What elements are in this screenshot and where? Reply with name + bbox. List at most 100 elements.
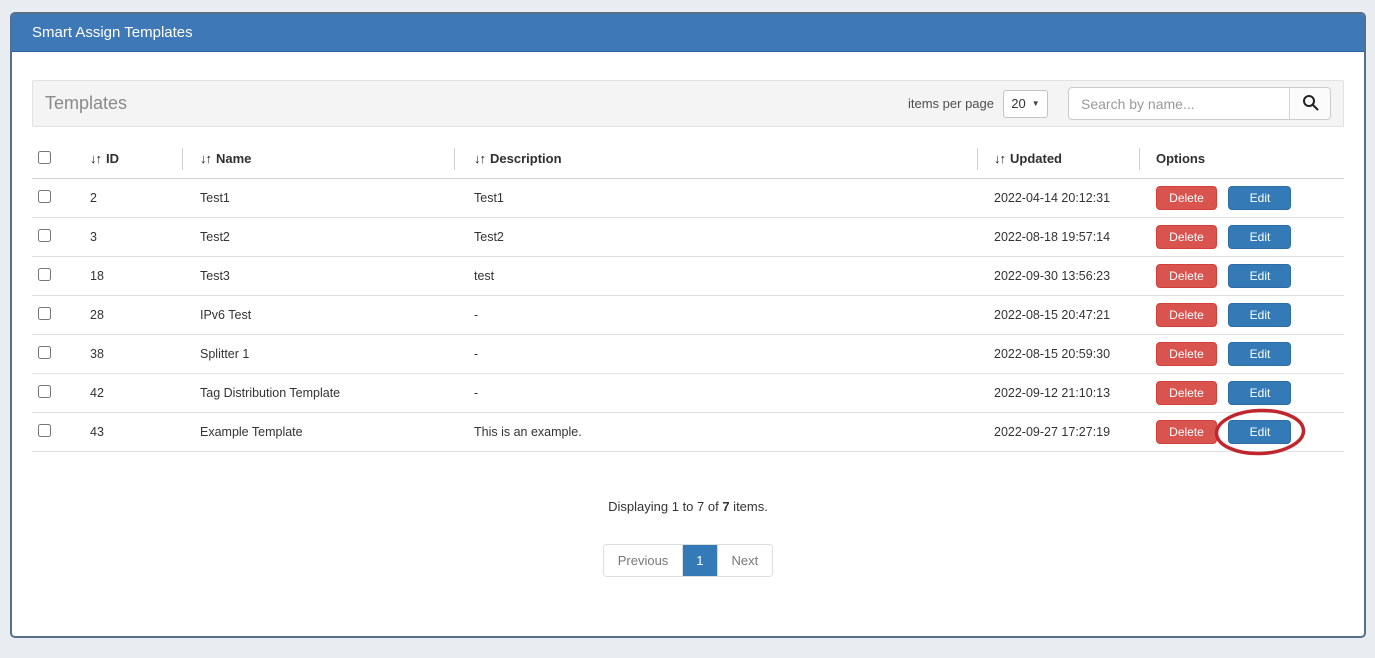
delete-button[interactable]: Delete xyxy=(1156,342,1217,366)
search-button[interactable] xyxy=(1290,87,1331,120)
panel-title: Templates xyxy=(45,93,127,114)
row-description: - xyxy=(454,334,977,373)
edit-button[interactable]: Edit xyxy=(1228,381,1291,405)
row-description: - xyxy=(454,373,977,412)
table-row: 38 Splitter 1 - 2022-08-15 20:59:30 Dele… xyxy=(32,334,1344,373)
row-name: IPv6 Test xyxy=(182,295,454,334)
row-updated: 2022-09-30 13:56:23 xyxy=(977,256,1139,295)
column-header-label: Name xyxy=(216,151,251,166)
search-group xyxy=(1068,87,1331,120)
card-body: Templates items per page 20 ▼ xyxy=(12,52,1364,636)
row-id: 28 xyxy=(87,295,182,334)
edit-button[interactable]: Edit xyxy=(1228,225,1291,249)
row-description: - xyxy=(454,295,977,334)
select-all-checkbox[interactable] xyxy=(38,151,51,164)
delete-button[interactable]: Delete xyxy=(1156,225,1217,249)
items-per-page-value: 20 xyxy=(1011,96,1025,111)
table-row: 43 Example Template This is an example. … xyxy=(32,412,1344,451)
table-row: 28 IPv6 Test - 2022-08-15 20:47:21 Delet… xyxy=(32,295,1344,334)
row-id: 3 xyxy=(87,217,182,256)
row-updated: 2022-09-12 21:10:13 xyxy=(977,373,1139,412)
row-checkbox[interactable] xyxy=(38,385,51,398)
edit-button-wrap: Edit xyxy=(1228,303,1291,327)
row-id: 38 xyxy=(87,334,182,373)
row-checkbox[interactable] xyxy=(38,229,51,242)
smart-assign-templates-card: Smart Assign Templates Templates items p… xyxy=(10,12,1366,638)
pagination-page-1[interactable]: 1 xyxy=(683,545,716,576)
row-updated: 2022-09-27 17:27:19 xyxy=(977,412,1139,451)
delete-button[interactable]: Delete xyxy=(1156,264,1217,288)
column-header-id[interactable]: ↓↑ID xyxy=(87,140,182,178)
table-row: 3 Test2 Test2 2022-08-18 19:57:14 Delete… xyxy=(32,217,1344,256)
column-header-label: Options xyxy=(1156,151,1205,166)
column-header-description[interactable]: ↓↑ Description xyxy=(454,140,977,178)
row-checkbox[interactable] xyxy=(38,346,51,359)
delete-button[interactable]: Delete xyxy=(1156,186,1217,210)
summary-prefix: Displaying 1 to 7 of xyxy=(608,499,722,514)
column-header-name[interactable]: ↓↑ Name xyxy=(182,140,454,178)
header-select-all xyxy=(32,140,87,178)
row-description: test xyxy=(454,256,977,295)
delete-button[interactable]: Delete xyxy=(1156,381,1217,405)
row-description: Test1 xyxy=(454,178,977,217)
row-name: Test3 xyxy=(182,256,454,295)
row-id: 18 xyxy=(87,256,182,295)
row-updated: 2022-08-15 20:59:30 xyxy=(977,334,1139,373)
row-name: Test1 xyxy=(182,178,454,217)
row-id: 2 xyxy=(87,178,182,217)
pagination: Previous 1 Next xyxy=(603,544,774,577)
column-header-updated[interactable]: ↓↑ Updated xyxy=(977,140,1139,178)
chevron-down-icon: ▼ xyxy=(1032,99,1040,108)
edit-button-wrap: Edit xyxy=(1228,381,1291,405)
delete-button[interactable]: Delete xyxy=(1156,303,1217,327)
row-description: This is an example. xyxy=(454,412,977,451)
row-updated: 2022-08-15 20:47:21 xyxy=(977,295,1139,334)
items-per-page-select[interactable]: 20 ▼ xyxy=(1003,90,1048,118)
summary-suffix: items. xyxy=(730,499,768,514)
row-name: Splitter 1 xyxy=(182,334,454,373)
sort-icon: ↓↑ xyxy=(474,151,485,166)
panel-controls: items per page 20 ▼ xyxy=(908,87,1331,120)
table-row: 42 Tag Distribution Template - 2022-09-1… xyxy=(32,373,1344,412)
templates-table: ↓↑ID ↓↑ Name ↓↑ Description ↓↑ Updated Opti… xyxy=(32,140,1344,452)
row-id: 43 xyxy=(87,412,182,451)
edit-button[interactable]: Edit xyxy=(1228,186,1291,210)
sort-icon: ↓↑ xyxy=(90,151,101,166)
edit-button-wrap: Edit xyxy=(1228,342,1291,366)
row-id: 42 xyxy=(87,373,182,412)
display-summary: Displaying 1 to 7 of 7 items. xyxy=(32,499,1344,514)
pagination-previous[interactable]: Previous xyxy=(604,545,684,576)
table-row: 18 Test3 test 2022-09-30 13:56:23 Delete… xyxy=(32,256,1344,295)
edit-button-wrap: Edit xyxy=(1228,186,1291,210)
row-updated: 2022-08-18 19:57:14 xyxy=(977,217,1139,256)
templates-panel-header: Templates items per page 20 ▼ xyxy=(32,80,1344,127)
column-header-options: Options xyxy=(1139,140,1344,178)
sort-icon: ↓↑ xyxy=(994,151,1005,166)
edit-button-wrap: Edit xyxy=(1228,225,1291,249)
edit-button-wrap: Edit xyxy=(1228,420,1291,444)
table-header-row: ↓↑ID ↓↑ Name ↓↑ Description ↓↑ Updated Opti… xyxy=(32,140,1344,178)
delete-button[interactable]: Delete xyxy=(1156,420,1217,444)
pagination-next[interactable]: Next xyxy=(717,545,773,576)
page-title: Smart Assign Templates xyxy=(12,14,1364,52)
row-name: Example Template xyxy=(182,412,454,451)
row-description: Test2 xyxy=(454,217,977,256)
items-per-page-label: items per page xyxy=(908,96,994,111)
column-header-label: Updated xyxy=(1010,151,1062,166)
edit-button[interactable]: Edit xyxy=(1228,420,1291,444)
edit-button[interactable]: Edit xyxy=(1228,264,1291,288)
row-checkbox[interactable] xyxy=(38,307,51,320)
search-input[interactable] xyxy=(1068,87,1290,120)
row-checkbox[interactable] xyxy=(38,190,51,203)
row-checkbox[interactable] xyxy=(38,424,51,437)
row-updated: 2022-04-14 20:12:31 xyxy=(977,178,1139,217)
row-checkbox[interactable] xyxy=(38,268,51,281)
edit-button[interactable]: Edit xyxy=(1228,303,1291,327)
column-header-label: Description xyxy=(490,151,562,166)
edit-button-wrap: Edit xyxy=(1228,264,1291,288)
row-name: Test2 xyxy=(182,217,454,256)
edit-button[interactable]: Edit xyxy=(1228,342,1291,366)
table-row: 2 Test1 Test1 2022-04-14 20:12:31 Delete… xyxy=(32,178,1344,217)
sort-icon: ↓↑ xyxy=(200,151,211,166)
pagination-wrap: Previous 1 Next xyxy=(32,544,1344,577)
